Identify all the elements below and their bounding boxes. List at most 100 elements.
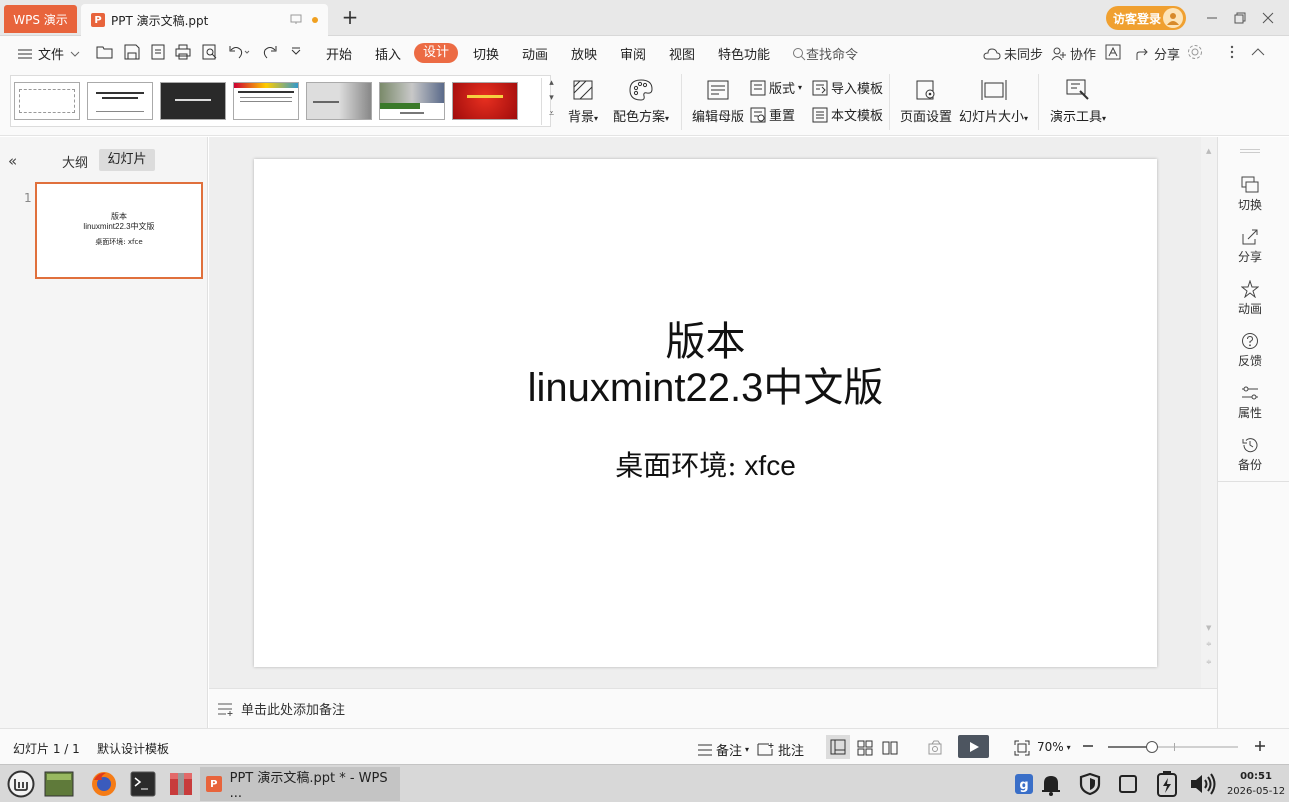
save-icon[interactable] (124, 44, 140, 60)
notifications-bell-icon[interactable] (1036, 769, 1066, 799)
wps-app-tab[interactable]: WPS 演示 (4, 5, 77, 33)
quick-access-dropdown-icon[interactable] (290, 44, 302, 60)
undo-icon[interactable] (228, 44, 250, 60)
monitor-icon[interactable] (290, 14, 302, 25)
reset-button[interactable]: 重置 (750, 105, 795, 124)
print-icon[interactable] (175, 44, 191, 60)
notes-area[interactable]: 单击此处添加备注 (209, 688, 1217, 728)
shield-icon[interactable] (1075, 769, 1105, 799)
tab-home[interactable]: 开始 (326, 44, 352, 63)
pane-animation-button[interactable]: 动画 (1218, 279, 1282, 317)
pane-backup-button[interactable]: 备份 (1218, 435, 1282, 473)
import-template-button[interactable]: 导入模板 (812, 78, 883, 97)
settings-gear-icon[interactable] (1187, 44, 1203, 60)
slide-subtitle[interactable]: 桌面环境: xfce (254, 449, 1157, 483)
clock-date: 2026-05-12 (1226, 786, 1286, 797)
tab-design[interactable]: 设计 (414, 43, 458, 63)
sync-status-button[interactable]: 未同步 (983, 44, 1043, 63)
tab-animation[interactable]: 动画 (522, 44, 548, 63)
template-thumb-4[interactable] (233, 82, 299, 120)
redo-icon[interactable] (262, 44, 278, 60)
color-scheme-button[interactable]: 配色方案▾ (613, 78, 669, 125)
gallery-expand-icon[interactable]: ⩡ (541, 109, 561, 125)
template-thumb-1[interactable] (14, 82, 80, 120)
edit-master-button[interactable]: 编辑母版 (692, 78, 744, 125)
zoom-slider[interactable] (1108, 741, 1238, 753)
print-preview-icon[interactable] (202, 44, 218, 60)
more-options-icon[interactable] (1229, 44, 1235, 60)
background-button[interactable]: 背景▾ (568, 78, 598, 125)
pane-properties-button[interactable]: 属性 (1218, 383, 1282, 421)
export-icon[interactable] (150, 44, 166, 60)
text-template-button[interactable]: 本文模板 (812, 105, 883, 124)
pane-transition-button[interactable]: 切换 (1218, 175, 1282, 213)
camera-icon[interactable] (928, 740, 944, 756)
tab-outline[interactable]: 大纲 (62, 152, 88, 171)
template-thumb-5[interactable] (306, 82, 372, 120)
terminal-icon[interactable] (128, 769, 158, 799)
file-menu[interactable]: 文件 (18, 44, 80, 63)
tab-special-features[interactable]: 特色功能 (718, 44, 770, 63)
font-icon[interactable] (1105, 44, 1121, 60)
tab-insert[interactable]: 插入 (375, 44, 401, 63)
layout-button[interactable]: 版式 ▾ (750, 78, 802, 97)
gallery-up-icon[interactable]: ▴ (541, 78, 561, 94)
template-name[interactable]: 默认设计模板 (97, 740, 169, 757)
show-desktop-icon[interactable] (44, 769, 74, 799)
slide-size-button[interactable]: 幻灯片大小▾ (959, 78, 1028, 125)
open-folder-icon[interactable] (96, 44, 114, 60)
template-thumb-2[interactable] (87, 82, 153, 120)
normal-view-icon[interactable] (826, 735, 850, 759)
template-thumb-6[interactable] (379, 82, 445, 120)
collapse-panel-icon[interactable]: « (8, 152, 17, 170)
search-command[interactable]: 查找命令 (792, 44, 858, 63)
pane-share-button[interactable]: 分享 (1218, 227, 1282, 265)
new-tab-button[interactable]: + (340, 7, 360, 27)
collaborate-button[interactable]: 协作 (1051, 44, 1096, 63)
battery-power-icon[interactable] (1152, 769, 1182, 799)
system-clock[interactable]: 00:51 2026-05-12 (1226, 769, 1286, 799)
tab-view[interactable]: 视图 (669, 44, 695, 63)
tab-slideshow[interactable]: 放映 (571, 44, 597, 63)
template-thumb-3[interactable] (160, 82, 226, 120)
reading-view-icon[interactable] (882, 740, 898, 756)
zoom-out-icon[interactable] (1082, 740, 1094, 752)
slide-title[interactable]: 版本 linuxmint22.3中文版 (254, 319, 1157, 411)
share-button[interactable]: 分享 (1135, 44, 1180, 63)
collapse-ribbon-icon[interactable] (1251, 44, 1265, 60)
page-setup-button[interactable]: 页面设置 (900, 78, 952, 125)
presentation-tools-button[interactable]: 演示工具▾ (1050, 78, 1106, 125)
play-slideshow-button[interactable] (958, 735, 989, 758)
window-list-icon[interactable] (1113, 769, 1143, 799)
volume-icon[interactable] (1189, 769, 1219, 799)
gallery-down-icon[interactable]: ▾ (541, 93, 561, 109)
restore-icon[interactable] (1231, 9, 1249, 27)
title-bar: WPS 演示 P PPT 演示文稿.ppt + 访客登录 (0, 0, 1289, 36)
zoom-in-icon[interactable] (1254, 740, 1266, 752)
pane-feedback-button[interactable]: 反馈 (1218, 331, 1282, 369)
tab-transition[interactable]: 切换 (473, 44, 499, 63)
close-icon[interactable] (1259, 9, 1277, 27)
mint-menu-icon[interactable] (6, 769, 36, 799)
zoom-level[interactable]: 70% ▾ (1037, 740, 1071, 754)
gnome-keyring-icon[interactable]: g (1009, 769, 1039, 799)
document-tab[interactable]: P PPT 演示文稿.ppt (81, 4, 328, 36)
slide-subtitle-latin: xfce (736, 450, 796, 481)
slide-thumbnail-1[interactable]: 版本 linuxmint22.3中文版 桌面环境: xfce (35, 182, 203, 279)
notes-toggle-button[interactable]: 备注 ▾ (697, 740, 749, 759)
template-thumb-7[interactable] (452, 82, 518, 120)
archive-manager-icon[interactable] (166, 769, 196, 799)
tab-review[interactable]: 审阅 (620, 44, 646, 63)
firefox-icon[interactable] (89, 769, 119, 799)
vertical-scrollbar[interactable]: ▲ ▼ ≑ ≑ (1201, 137, 1217, 688)
slide-sorter-icon[interactable] (857, 740, 873, 756)
zoom-slider-thumb[interactable] (1146, 741, 1158, 753)
fit-window-icon[interactable] (1014, 740, 1030, 756)
comment-button[interactable]: 批注 (757, 740, 804, 759)
minimize-icon[interactable] (1203, 9, 1221, 27)
tab-slides[interactable]: 幻灯片 (99, 149, 155, 171)
guest-login-button[interactable]: 访客登录 (1106, 6, 1186, 30)
slide-1[interactable]: 版本 linuxmint22.3中文版 桌面环境: xfce (254, 159, 1157, 667)
taskbar-wps-window[interactable]: P PPT 演示文稿.ppt * - WPS ... (200, 767, 400, 801)
slide-subtitle-cjk: 桌面环境: (615, 449, 737, 482)
